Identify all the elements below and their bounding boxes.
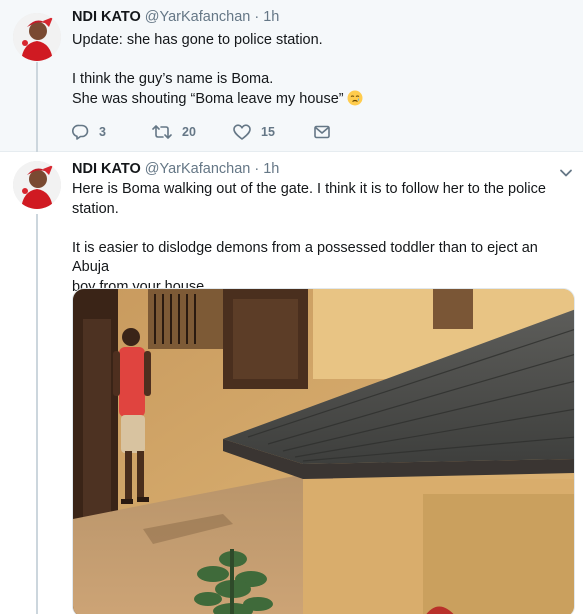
like-button[interactable]: 15 [233, 122, 275, 142]
retweet-button[interactable]: 20 [152, 122, 196, 142]
timestamp[interactable]: 1h [263, 161, 279, 177]
reply-count: 3 [99, 125, 106, 139]
tweet-text: Update: she has gone to police station. … [72, 31, 567, 109]
tweet-line-text: She was shouting “Boma leave my house” [72, 90, 344, 107]
avatar-image [13, 161, 61, 209]
separator-dot: · [254, 9, 260, 25]
tweet-1[interactable]: NDI KATO @YarKafanchan · 1h Update: she … [0, 0, 583, 152]
tweet-line: I think the guy’s name is Boma. [72, 71, 274, 87]
tweet-header: NDI KATO @YarKafanchan · 1h [72, 161, 279, 177]
tweet-header: NDI KATO @YarKafanchan · 1h [72, 9, 279, 25]
tweet-text: Here is Boma walking out of the gate. I … [72, 180, 567, 297]
like-icon [233, 124, 251, 140]
direct-message-button[interactable] [314, 122, 330, 142]
direct-message-icon [314, 125, 330, 139]
avatar[interactable] [13, 13, 61, 61]
tweet-line: Here is Boma walking out of the gate. I … [72, 181, 546, 197]
caret-down-icon [560, 169, 572, 177]
separator-dot: · [254, 161, 260, 177]
tweet-actions: 3 20 15 [72, 122, 372, 142]
crying-face-icon [347, 90, 363, 106]
like-count: 15 [261, 125, 275, 139]
retweet-count: 20 [182, 125, 196, 139]
author-name[interactable]: NDI KATO [72, 161, 141, 177]
tweet-line: station. [72, 200, 119, 217]
thread-line [36, 214, 38, 614]
tweet-photo[interactable] [72, 288, 575, 614]
photo-image [73, 289, 574, 614]
avatar-image [13, 13, 61, 61]
timestamp[interactable]: 1h [263, 9, 279, 25]
tweet-line: It is easier to dislodge demons from a p… [72, 239, 538, 276]
thread-line [36, 62, 38, 152]
author-handle[interactable]: @YarKafanchan [145, 161, 251, 177]
author-name[interactable]: NDI KATO [72, 9, 141, 25]
retweet-icon [152, 125, 172, 139]
reply-button[interactable]: 3 [72, 122, 106, 142]
reply-icon [72, 124, 89, 140]
tweet-line: She was shouting “Boma leave my house” [72, 90, 567, 110]
more-options-button[interactable] [559, 165, 573, 177]
author-handle[interactable]: @YarKafanchan [145, 9, 251, 25]
avatar[interactable] [13, 161, 61, 209]
tweet-2[interactable]: NDI KATO @YarKafanchan · 1h Here is Boma… [0, 152, 583, 614]
tweet-line: Update: she has gone to police station. [72, 32, 323, 48]
